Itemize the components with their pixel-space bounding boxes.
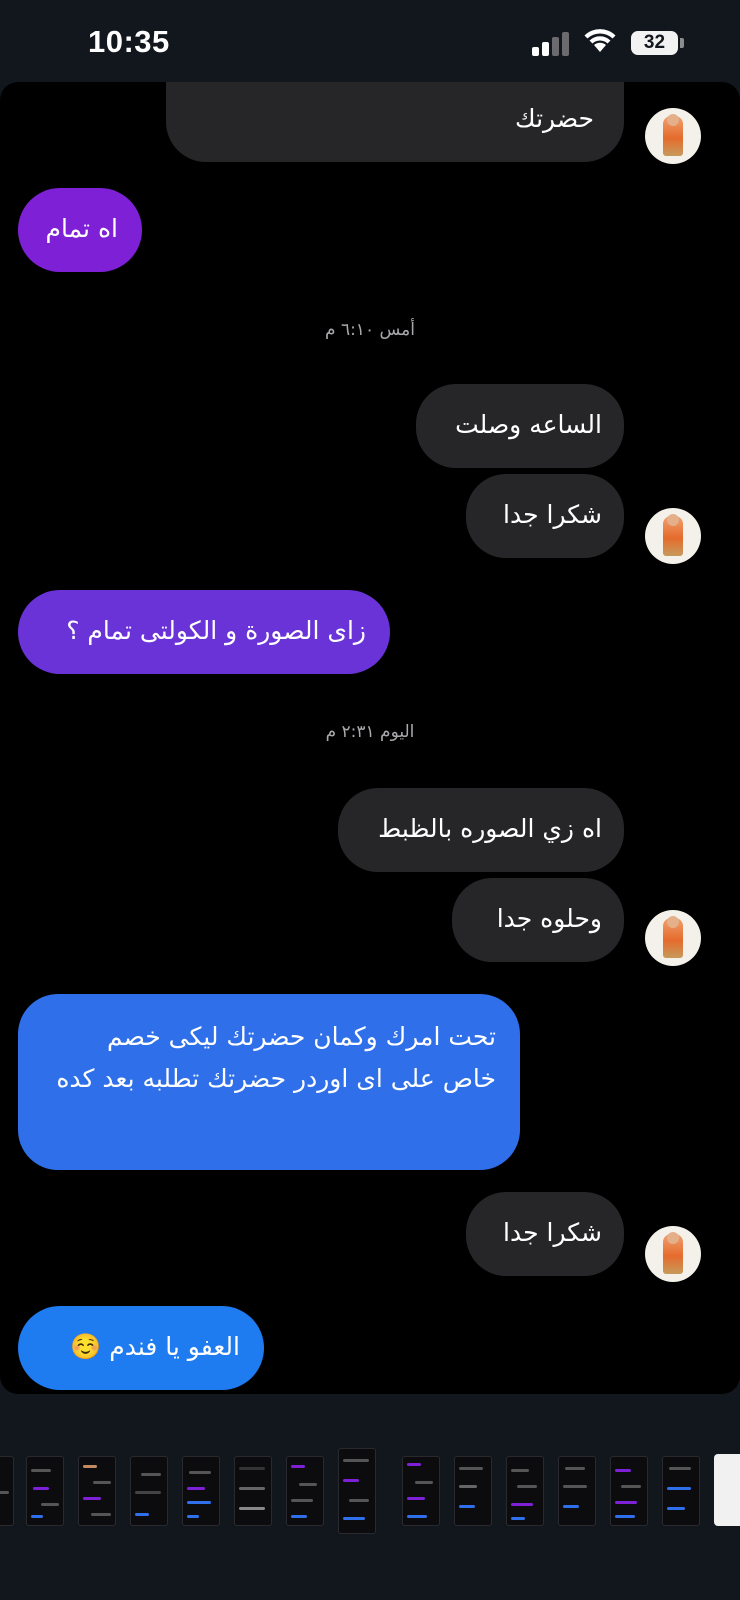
thumbnail[interactable] <box>26 1456 64 1526</box>
thumbnail[interactable] <box>0 1456 14 1526</box>
message-text: شكرا جدا <box>503 500 602 529</box>
thumbnail-selected[interactable] <box>714 1454 740 1526</box>
thumbnail[interactable] <box>78 1456 116 1526</box>
incoming-message[interactable]: اه زي الصوره بالظبط <box>338 788 624 872</box>
message-text: تحت امرك وكمان حضرتك ليكى خصم خاص على اى… <box>56 1022 496 1093</box>
incoming-message[interactable]: شكرا جدا <box>466 474 624 558</box>
incoming-message[interactable]: وحلوه جدا <box>452 878 624 962</box>
thumbnail[interactable] <box>234 1456 272 1526</box>
battery-tip <box>680 38 684 48</box>
thumbnail[interactable] <box>454 1456 492 1526</box>
thumbnail[interactable] <box>610 1456 648 1526</box>
screenshot-thumbnail-strip[interactable] <box>0 1448 740 1548</box>
message-text: العفو يا فندم ☺️ <box>70 1332 240 1361</box>
status-time: 10:35 <box>88 24 170 59</box>
thumbnail[interactable] <box>338 1448 376 1534</box>
sender-avatar[interactable] <box>645 1226 701 1282</box>
outgoing-message[interactable]: اه تمام <box>18 188 142 272</box>
sender-avatar[interactable] <box>645 508 701 564</box>
message-text: وحلوه جدا <box>496 904 602 933</box>
incoming-message[interactable]: شكرا جدا <box>466 1192 624 1276</box>
message-text: اه تمام <box>45 214 119 243</box>
battery-level: 32 <box>643 32 666 53</box>
thumbnail[interactable] <box>182 1456 220 1526</box>
chat-thread[interactable]: حضرتك اه تمام أمس ٦:١٠ م الساعه وصلت شكر… <box>0 82 740 1394</box>
battery-icon: 32 <box>631 31 678 55</box>
outgoing-message[interactable]: زاى الصورة و الكولتى تمام ؟ <box>18 590 390 674</box>
thumbnail[interactable] <box>286 1456 324 1526</box>
sender-avatar[interactable] <box>645 910 701 966</box>
thumbnail[interactable] <box>130 1456 168 1526</box>
thumbnail[interactable] <box>402 1456 440 1526</box>
thumbnail[interactable] <box>662 1456 700 1526</box>
message-text: شكرا جدا <box>503 1218 602 1247</box>
message-text: زاى الصورة و الكولتى تمام ؟ <box>66 616 366 645</box>
message-text: حضرتك <box>515 104 594 133</box>
timestamp-divider: اليوم ٢:٣١ م <box>325 722 415 742</box>
message-text: اه زي الصوره بالظبط <box>378 814 602 843</box>
timestamp-divider: أمس ٦:١٠ م <box>325 320 415 340</box>
thumbnail[interactable] <box>506 1456 544 1526</box>
incoming-message[interactable]: الساعه وصلت <box>416 384 624 468</box>
status-bar: 10:35 32 <box>0 0 740 80</box>
outgoing-message[interactable]: تحت امرك وكمان حضرتك ليكى خصم خاص على اى… <box>18 994 520 1170</box>
sender-avatar[interactable] <box>645 108 701 164</box>
thumbnail[interactable] <box>558 1456 596 1526</box>
cellular-signal-icon <box>532 30 572 56</box>
message-text: الساعه وصلت <box>455 410 602 439</box>
outgoing-message[interactable]: العفو يا فندم ☺️ <box>18 1306 264 1390</box>
incoming-message[interactable]: حضرتك <box>166 82 624 162</box>
wifi-icon <box>584 29 616 52</box>
